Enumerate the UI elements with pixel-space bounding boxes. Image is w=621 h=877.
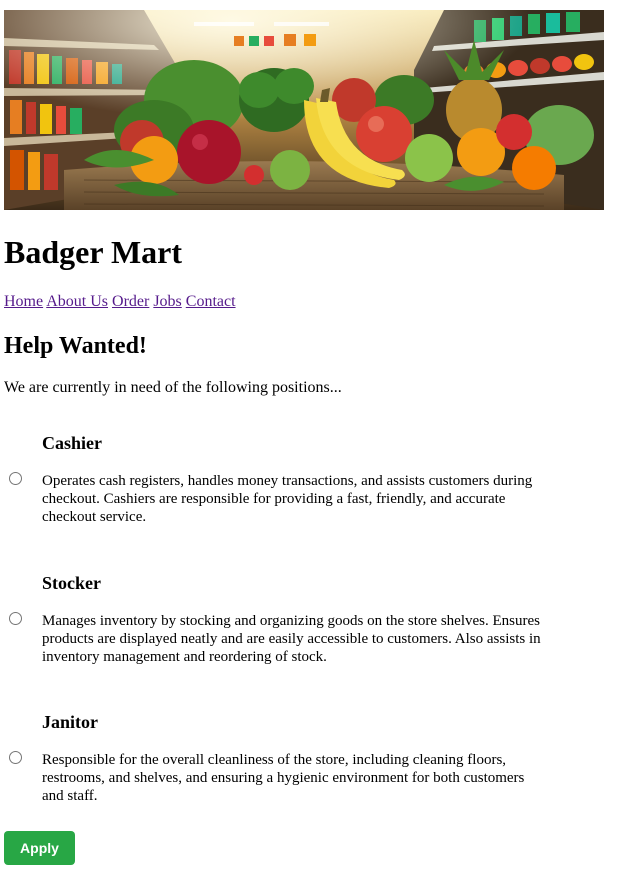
- job-radio-janitor[interactable]: [9, 751, 22, 764]
- help-wanted-heading: Help Wanted!: [4, 333, 147, 359]
- nav-link-order[interactable]: Order: [112, 293, 149, 310]
- nav-link-contact[interactable]: Contact: [186, 293, 236, 310]
- intro-text: We are currently in need of the followin…: [4, 379, 342, 396]
- main-nav: Home About Us Order Jobs Contact: [4, 292, 236, 312]
- job-radio-cashier[interactable]: [9, 472, 22, 485]
- banner-image: [4, 10, 604, 210]
- nav-link-about-us[interactable]: About Us: [46, 293, 108, 310]
- page: Badger Mart Home About Us Order Jobs Con…: [0, 0, 621, 877]
- nav-link-home[interactable]: Home: [4, 293, 43, 310]
- job-radio-stocker[interactable]: [9, 612, 22, 625]
- job-title: Cashier: [42, 433, 102, 453]
- job-title: Janitor: [42, 712, 98, 732]
- site-title: Badger Mart: [4, 234, 183, 270]
- apply-button[interactable]: Apply: [4, 831, 75, 865]
- job-description: Manages inventory by stocking and organi…: [42, 613, 541, 665]
- job-title: Stocker: [42, 573, 101, 593]
- job-description: Operates cash registers, handles money t…: [42, 473, 533, 525]
- job-description: Responsible for the overall cleanliness …: [42, 752, 525, 804]
- nav-link-jobs[interactable]: Jobs: [153, 293, 181, 310]
